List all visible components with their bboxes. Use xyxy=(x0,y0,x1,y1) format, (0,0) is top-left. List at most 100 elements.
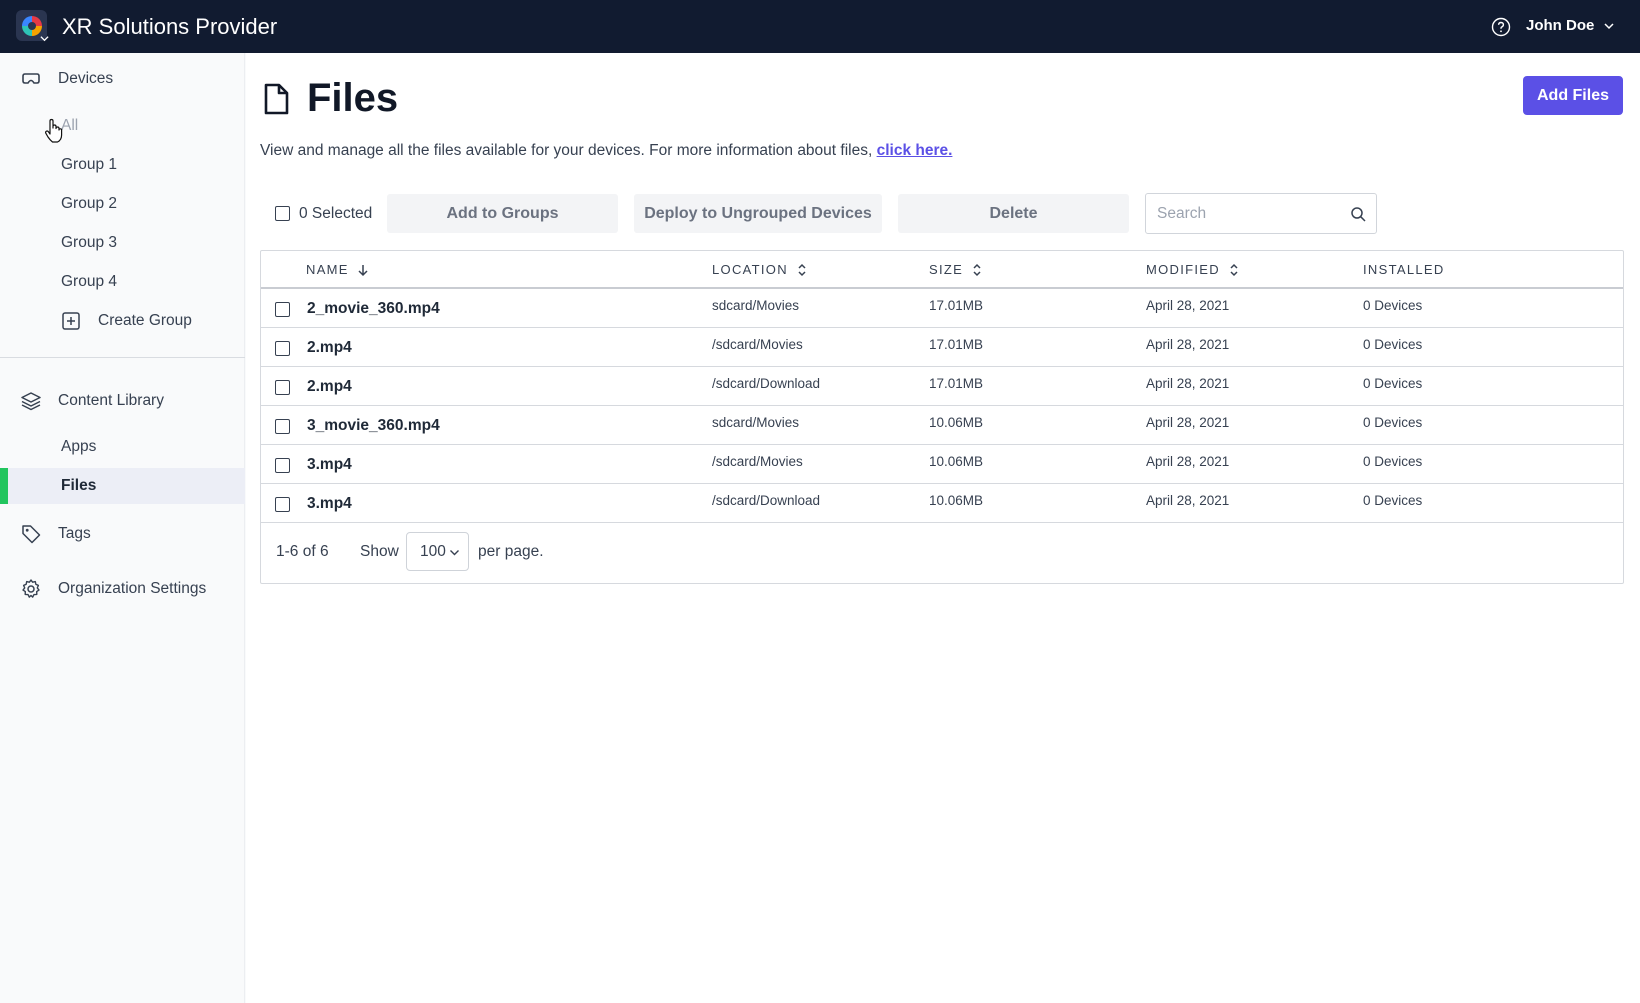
row-checkbox[interactable] xyxy=(275,380,290,395)
file-modified: April 28, 2021 xyxy=(1146,454,1230,469)
sidebar-item-all[interactable]: All xyxy=(0,108,245,144)
top-bar: XR Solutions Provider John Doe xyxy=(0,0,1640,53)
table-row[interactable]: 2.mp4 /sdcard/Movies 17.01MB April 28, 2… xyxy=(261,328,1623,367)
sidebar-item-label: Apps xyxy=(61,438,97,455)
file-modified: April 28, 2021 xyxy=(1146,376,1230,391)
selected-count: 0 Selected xyxy=(299,205,373,222)
main-content: Files Add Files View and manage all the … xyxy=(246,53,1640,1003)
file-size: 10.06MB xyxy=(929,454,984,469)
column-header-location[interactable]: LOCATION xyxy=(712,262,808,277)
show-label: Show xyxy=(360,543,399,560)
file-size: 10.06MB xyxy=(929,493,984,508)
column-header-installed: INSTALLED xyxy=(1363,262,1445,277)
file-installed: 0 Devices xyxy=(1363,415,1423,430)
table-row[interactable]: 2_movie_360.mp4 sdcard/Movies 17.01MB Ap… xyxy=(261,289,1623,328)
file-location: /sdcard/Movies xyxy=(712,337,803,352)
sidebar-item-label: Files xyxy=(61,477,97,494)
table-row[interactable]: 3.mp4 /sdcard/Download 10.06MB April 28,… xyxy=(261,484,1623,523)
sidebar-item-files[interactable]: Files xyxy=(0,468,245,504)
file-installed: 0 Devices xyxy=(1363,493,1423,508)
sidebar-item-content-library[interactable]: Content Library xyxy=(0,387,245,415)
search-icon[interactable] xyxy=(1350,206,1367,223)
file-name[interactable]: 3.mp4 xyxy=(307,456,352,474)
sidebar-item-label: Group 1 xyxy=(61,156,118,173)
pagination-range: 1-6 of 6 xyxy=(276,543,329,560)
file-installed: 0 Devices xyxy=(1363,337,1423,352)
sidebar-item-label: Group 3 xyxy=(61,234,118,251)
file-icon xyxy=(264,83,289,115)
tag-icon xyxy=(22,525,41,544)
sidebar-item-label: Devices xyxy=(58,70,114,87)
sidebar-item-label: Group 2 xyxy=(61,195,118,212)
table-row[interactable]: 3.mp4 /sdcard/Movies 10.06MB April 28, 2… xyxy=(261,445,1623,484)
page-title: Files xyxy=(307,76,399,120)
file-name[interactable]: 2.mp4 xyxy=(307,378,352,396)
column-header-name[interactable]: NAME xyxy=(306,262,369,277)
sort-icon xyxy=(1230,263,1238,276)
file-location: sdcard/Movies xyxy=(712,298,800,313)
file-location: /sdcard/Movies xyxy=(712,454,803,469)
sidebar-divider xyxy=(0,357,245,358)
per-page-select[interactable]: 100 xyxy=(406,532,469,571)
app-title: XR Solutions Provider xyxy=(62,14,278,39)
more-info-link[interactable]: click here. xyxy=(877,142,953,159)
sidebar-item-label: Content Library xyxy=(58,392,164,409)
sidebar-item-group-2[interactable]: Group 2 xyxy=(0,186,245,222)
create-group-label: Create Group xyxy=(98,312,192,329)
gear-icon xyxy=(22,579,40,598)
search-input[interactable] xyxy=(1157,203,1337,225)
file-modified: April 28, 2021 xyxy=(1146,337,1230,352)
table-header: NAME LOCATION SIZE MODIFIED INSTALLED xyxy=(261,251,1623,289)
file-name[interactable]: 2.mp4 xyxy=(307,339,352,357)
sidebar-item-organization-settings[interactable]: Organization Settings xyxy=(0,575,245,603)
create-group-button[interactable]: Create Group xyxy=(0,303,245,339)
file-size: 17.01MB xyxy=(929,298,984,313)
row-checkbox[interactable] xyxy=(275,419,290,434)
file-modified: April 28, 2021 xyxy=(1146,298,1230,313)
sidebar-item-label: Organization Settings xyxy=(58,580,207,597)
file-installed: 0 Devices xyxy=(1363,298,1423,313)
file-name[interactable]: 2_movie_360.mp4 xyxy=(307,300,440,318)
file-modified: April 28, 2021 xyxy=(1146,493,1230,508)
sort-icon xyxy=(973,263,981,276)
file-size: 10.06MB xyxy=(929,415,984,430)
select-all-checkbox[interactable] xyxy=(275,206,290,221)
user-menu[interactable]: John Doe xyxy=(1526,17,1594,34)
table-row[interactable]: 2.mp4 /sdcard/Download 17.01MB April 28,… xyxy=(261,367,1623,406)
sidebar-item-devices[interactable]: Devices xyxy=(0,65,245,93)
sidebar-item-apps[interactable]: Apps xyxy=(0,429,245,465)
vr-headset-icon xyxy=(22,73,40,84)
table-row[interactable]: 3_movie_360.mp4 sdcard/Movies 10.06MB Ap… xyxy=(261,406,1623,445)
column-header-size[interactable]: SIZE xyxy=(929,262,983,277)
sidebar-item-label: Group 4 xyxy=(61,273,118,290)
sidebar-item-label: Tags xyxy=(58,525,91,542)
file-name[interactable]: 3.mp4 xyxy=(307,495,352,513)
chevron-down-icon[interactable] xyxy=(1603,20,1615,32)
file-location: /sdcard/Download xyxy=(712,376,821,391)
row-checkbox[interactable] xyxy=(275,497,290,512)
sidebar-item-group-3[interactable]: Group 3 xyxy=(0,225,245,261)
file-location: sdcard/Movies xyxy=(712,415,800,430)
file-name[interactable]: 3_movie_360.mp4 xyxy=(307,417,440,435)
search-box xyxy=(1145,193,1377,234)
row-checkbox[interactable] xyxy=(275,302,290,317)
file-size: 17.01MB xyxy=(929,337,984,352)
sort-icon xyxy=(798,263,806,276)
chevron-down-icon[interactable] xyxy=(40,34,49,43)
row-checkbox[interactable] xyxy=(275,341,290,356)
pagination: 1-6 of 6 Show 100 per page. xyxy=(261,524,1623,582)
delete-button[interactable]: Delete xyxy=(898,194,1129,233)
column-header-modified[interactable]: MODIFIED xyxy=(1146,262,1240,277)
deploy-ungrouped-button[interactable]: Deploy to Ungrouped Devices xyxy=(634,194,882,233)
sidebar-item-group-4[interactable]: Group 4 xyxy=(0,264,245,300)
sidebar-item-tags[interactable]: Tags xyxy=(0,520,245,548)
file-installed: 0 Devices xyxy=(1363,454,1423,469)
help-icon[interactable] xyxy=(1491,17,1511,37)
add-to-groups-button[interactable]: Add to Groups xyxy=(387,194,618,233)
description-text: View and manage all the files available … xyxy=(260,142,877,159)
file-installed: 0 Devices xyxy=(1363,376,1423,391)
row-checkbox[interactable] xyxy=(275,458,290,473)
per-page-label: per page. xyxy=(478,543,544,560)
sidebar-item-group-1[interactable]: Group 1 xyxy=(0,147,245,183)
add-files-button[interactable]: Add Files xyxy=(1523,76,1623,115)
